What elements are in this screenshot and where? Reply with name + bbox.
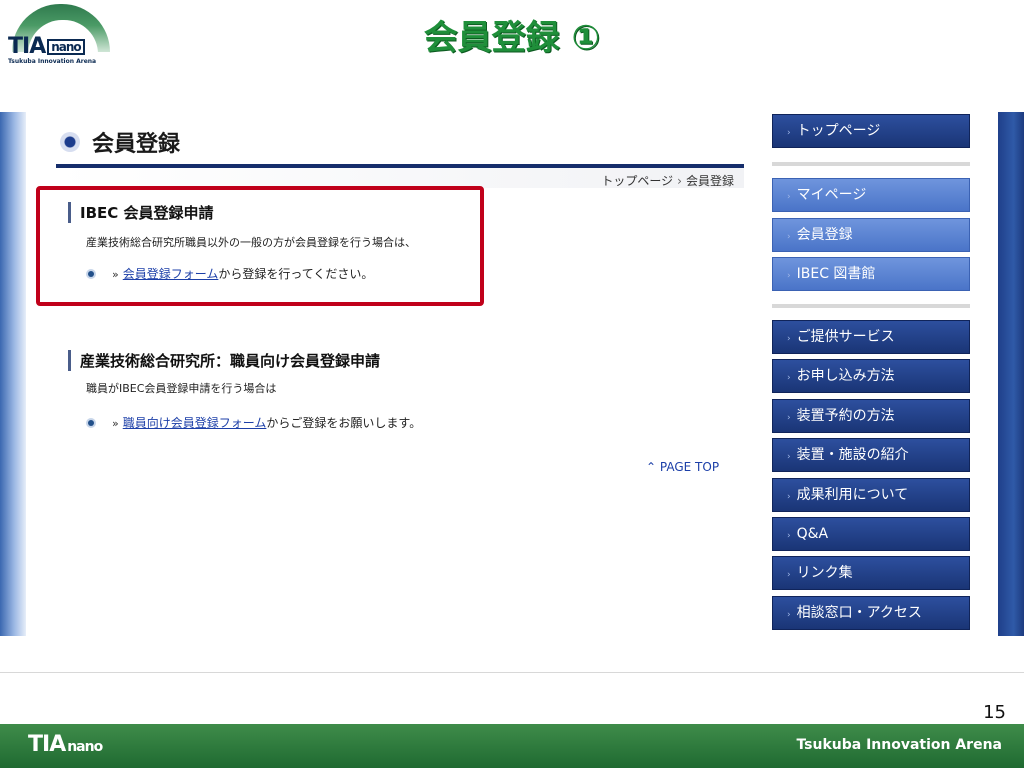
page-number: 15 xyxy=(983,702,1006,723)
chevron-right-icon: › xyxy=(787,334,791,344)
breadcrumb-current: 会員登録 xyxy=(685,174,734,188)
chevron-up-icon: ⌃ xyxy=(646,460,660,474)
chevron-right-icon: › xyxy=(787,128,791,138)
page-top-link[interactable]: ⌃ PAGE TOP xyxy=(646,460,719,474)
double-arrow-icon: » xyxy=(112,417,119,430)
breadcrumb-separator-icon: › xyxy=(677,174,682,188)
nav-item-top-page[interactable]: › トップページ xyxy=(772,114,970,148)
section-link-row-staff: » 職員向け会員登録フォームからご登録をお願いします。 xyxy=(88,414,421,431)
chevron-right-icon: › xyxy=(787,232,791,242)
nav-item-my-page[interactable]: › マイページ xyxy=(772,178,970,212)
nav-item-member-registration[interactable]: › 会員登録 xyxy=(772,218,970,252)
nav-item-contact-access[interactable]: › 相談窓口・アクセス xyxy=(772,596,970,630)
left-decoration xyxy=(0,112,26,636)
page-header: 会員登録 xyxy=(56,120,744,168)
chevron-right-icon: › xyxy=(787,570,791,580)
staff-registration-form-link[interactable]: 職員向け会員登録フォーム xyxy=(123,416,267,430)
nav-item-faq[interactable]: › Q&A xyxy=(772,517,970,551)
slide-title: 会員登録 ① xyxy=(423,18,601,58)
chevron-right-icon: › xyxy=(787,373,791,383)
chevron-right-icon: › xyxy=(787,192,791,202)
chevron-right-icon: › xyxy=(787,610,791,620)
chevron-right-icon: › xyxy=(787,413,791,423)
slide-footer: TIA nano Tsukuba Innovation Arena xyxy=(0,724,1024,768)
breadcrumb: トップページ › 会員登録 xyxy=(601,172,734,189)
link-suffix: からご登録をお願いします。 xyxy=(266,416,422,430)
breadcrumb-home-link[interactable]: トップページ xyxy=(601,174,673,188)
nav-divider xyxy=(772,304,970,308)
nav-item-links[interactable]: › リンク集 xyxy=(772,556,970,590)
list-bullet-icon xyxy=(88,420,94,426)
footer-logo: TIA nano xyxy=(28,732,103,757)
chevron-right-icon: › xyxy=(787,271,791,281)
nav-item-ibec-library[interactable]: › IBEC 図書館 xyxy=(772,257,970,291)
heading-bullet-icon xyxy=(60,132,80,152)
nav-item-results-usage[interactable]: › 成果利用について xyxy=(772,478,970,512)
section-description-staff: 職員がIBEC会員登録申請を行う場合は xyxy=(86,382,277,395)
highlight-box xyxy=(36,186,484,306)
nav-item-equipment-booking[interactable]: › 装置予約の方法 xyxy=(772,399,970,433)
chevron-right-icon: › xyxy=(787,492,791,502)
footer-brand: Tsukuba Innovation Arena xyxy=(796,737,1002,753)
section-title-staff: 産業技術総合研究所：職員向け会員登録申請 xyxy=(68,350,380,371)
logo-subtitle: Tsukuba Innovation Arena xyxy=(8,58,97,65)
nav-item-services[interactable]: › ご提供サービス xyxy=(772,320,970,354)
nav-item-application[interactable]: › お申し込み方法 xyxy=(772,359,970,393)
page-title: 会員登録 xyxy=(92,132,181,157)
right-decoration xyxy=(998,112,1024,636)
chevron-right-icon: › xyxy=(787,452,791,462)
footer-divider xyxy=(0,672,1024,673)
nav-item-facilities[interactable]: › 装置・施設の紹介 xyxy=(772,438,970,472)
nav-divider xyxy=(772,162,970,166)
chevron-right-icon: › xyxy=(787,531,791,541)
website-screenshot: 会員登録 トップページ › 会員登録 IBEC 会員登録申請 産業技術総合研究所職員… xyxy=(0,112,1024,636)
